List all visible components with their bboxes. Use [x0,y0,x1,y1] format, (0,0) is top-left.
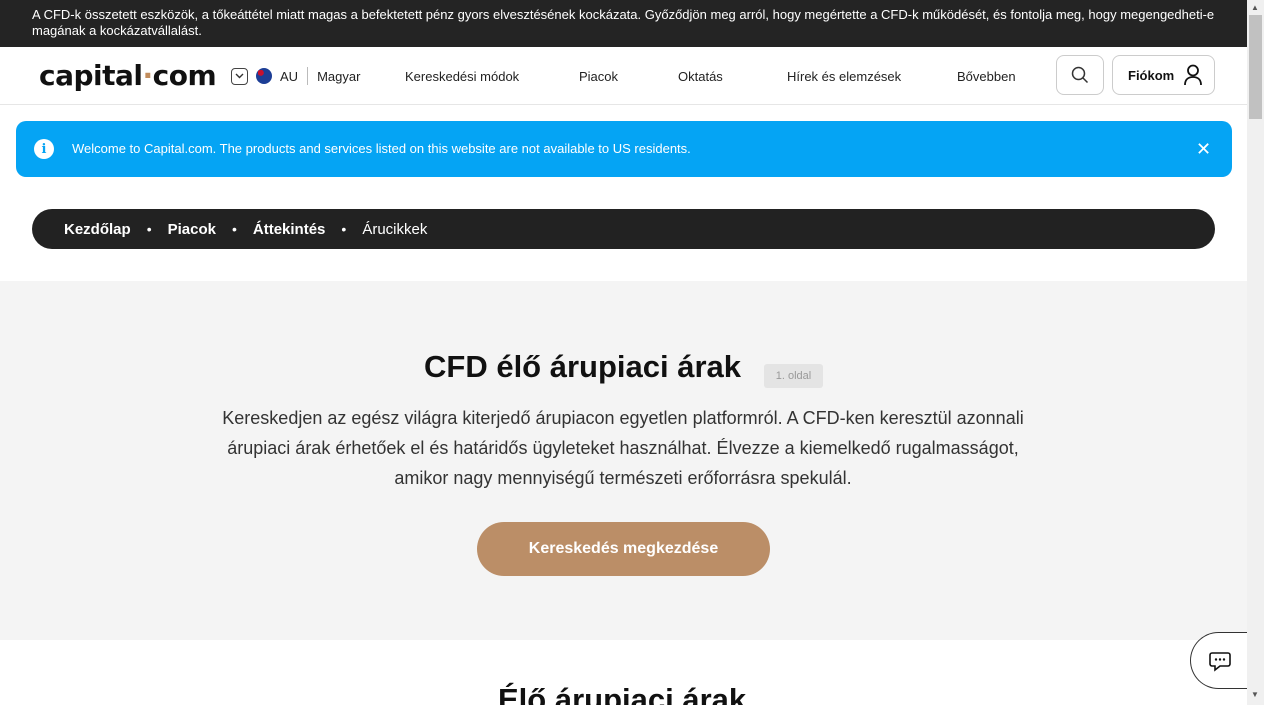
site-header: capital·com AU Magyar Kereskedési módok … [0,47,1247,105]
account-button[interactable]: Fiókom [1112,55,1215,95]
page-number-badge: 1. oldal [764,364,823,388]
logo-text-left: capital [39,59,143,92]
nav-education[interactable]: Oktatás [678,69,723,84]
page-title: CFD élő árupiaci árak [424,349,742,384]
breadcrumb: Kezdőlap • Piacok • Áttekintés • Árucikk… [32,209,1215,249]
chat-button[interactable] [1190,632,1250,689]
language-label[interactable]: Magyar [317,69,360,84]
logo-text-right: com [152,59,217,92]
us-residents-notice: i Welcome to Capital.com. The products a… [16,121,1232,177]
chat-icon [1209,651,1231,672]
breadcrumb-separator: • [231,221,237,237]
breadcrumb-separator: • [341,221,347,237]
capital-com-logo[interactable]: capital·com [39,59,217,92]
user-icon [1184,64,1203,86]
risk-warning-text: A CFD-k összetett eszközök, a tőkeáttéte… [32,7,1215,38]
hero-description-line: Kereskedjen az egész világra kiterjedő á… [222,408,1024,428]
breadcrumb-overview[interactable]: Áttekintés [253,221,326,238]
scroll-up-arrow[interactable]: ▲ [1251,3,1259,12]
search-button[interactable] [1056,55,1104,95]
chevron-down-icon[interactable] [231,67,248,85]
scrollbar-thumb[interactable] [1249,15,1262,119]
nav-more[interactable]: Bővebben [957,69,1016,84]
account-label: Fiókom [1128,67,1175,83]
region-code[interactable]: AU [280,69,298,84]
australia-flag-icon [256,68,272,84]
hero-description: Kereskedjen az egész világra kiterjedő á… [200,403,1046,493]
breadcrumb-commodities: Árucikkek [362,220,428,238]
close-icon[interactable]: ✕ [1196,139,1211,160]
start-trading-button[interactable]: Kereskedés megkezdése [477,522,770,576]
info-icon: i [34,139,54,159]
hero-description-line: amikor nagy mennyiségű természeti erőfor… [394,468,852,488]
search-icon [1071,66,1089,84]
section-title: Élő árupiaci árak [498,682,747,705]
breadcrumb-markets[interactable]: Piacok [168,221,216,238]
nav-markets[interactable]: Piacok [579,69,618,84]
nav-trading-modes[interactable]: Kereskedési módok [405,69,519,84]
breadcrumb-home[interactable]: Kezdőlap [64,221,131,238]
breadcrumb-separator: • [146,221,152,237]
risk-warning-banner: A CFD-k összetett eszközök, a tőkeáttéte… [0,0,1247,47]
scroll-down-arrow[interactable]: ▼ [1251,690,1259,699]
hero-description-line: árupiaci árak érhetőek el és határidős ü… [227,438,1019,458]
hero-section: CFD élő árupiaci árak 1. oldal Kereskedj… [0,281,1247,640]
logo-dot: · [142,59,154,92]
region-language-selector[interactable]: AU Magyar [231,67,360,85]
page-scrollbar[interactable]: ▲ ▼ [1247,0,1264,705]
region-divider [307,67,309,85]
notice-message: Welcome to Capital.com. The products and… [72,141,691,156]
nav-news-analysis[interactable]: Hírek és elemzések [787,69,901,84]
